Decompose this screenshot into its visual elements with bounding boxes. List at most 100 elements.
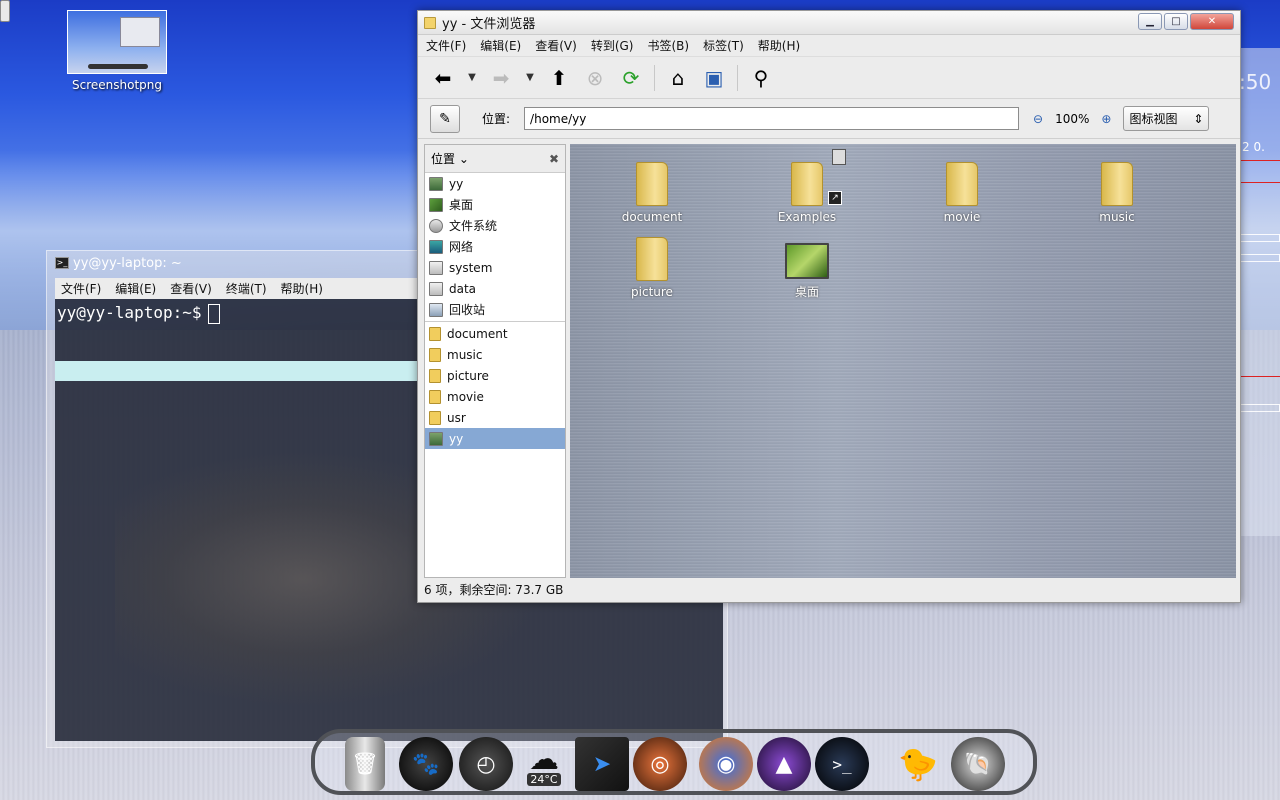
- trash-icon[interactable]: 🗑: [345, 737, 385, 791]
- file-item-music[interactable]: music: [1057, 162, 1177, 224]
- widget-date-text: 2 0.: [1242, 140, 1265, 154]
- view-mode-select[interactable]: 图标视图 ⇕: [1123, 106, 1210, 131]
- menu-edit[interactable]: 编辑(E): [480, 37, 521, 54]
- forward-history-chevron-icon[interactable]: ▼: [524, 65, 536, 91]
- folder-icon: ↗: [791, 149, 846, 206]
- file-view-area[interactable]: document ↗ Examples movie music picture …: [570, 144, 1236, 578]
- network-icon: [429, 239, 443, 254]
- file-item-label: picture: [631, 285, 673, 299]
- terminal-app-icon: >_: [55, 257, 69, 269]
- desktop-icon-label: Screenshotpng: [72, 78, 162, 92]
- terminal-menu-edit[interactable]: 编辑(E): [115, 280, 156, 297]
- stop-icon[interactable]: ⊗: [582, 65, 608, 91]
- menu-go[interactable]: 转到(G): [591, 37, 634, 54]
- sidebar-bookmark-usr[interactable]: usr: [425, 407, 565, 428]
- terminal-menu-terminal[interactable]: 终端(T): [226, 280, 267, 297]
- menu-bookmarks[interactable]: 书签(B): [647, 37, 689, 54]
- gnome-icon[interactable]: 🐾: [399, 737, 453, 791]
- file-item-label: 桌面: [794, 285, 819, 299]
- sidebar-item-data[interactable]: data: [425, 278, 565, 299]
- computer-icon[interactable]: ▣: [701, 65, 727, 91]
- home-folder-icon: [429, 431, 443, 446]
- menu-help[interactable]: 帮助(H): [758, 37, 800, 54]
- sidebar-header-label: 位置: [431, 152, 456, 166]
- reload-icon[interactable]: ⟳: [618, 65, 644, 91]
- sidebar-item-trash[interactable]: 回收站: [425, 299, 565, 320]
- file-item-desktop-shortcut[interactable]: 桌面: [747, 237, 867, 300]
- bird-icon[interactable]: 🐤: [891, 737, 945, 791]
- zoom-out-icon[interactable]: ⊖: [1033, 112, 1043, 126]
- search-binoculars-icon[interactable]: ⚲: [748, 65, 774, 91]
- firefox-icon[interactable]: ◉: [699, 737, 753, 791]
- back-history-chevron-icon[interactable]: ▼: [466, 65, 478, 91]
- sidebar: 位置 ⌄ ✖ yy 桌面 文件系统 网络 system data 回收站 doc…: [424, 144, 566, 578]
- forward-arrow-icon[interactable]: ➡: [488, 65, 514, 91]
- sidebar-separator: [425, 321, 565, 322]
- screenshot-thumbnail-icon: [67, 10, 167, 74]
- folder-icon: [429, 368, 441, 383]
- file-item-examples[interactable]: ↗ Examples: [747, 149, 867, 224]
- terminal-cursor: [207, 303, 220, 324]
- home-icon[interactable]: ⌂: [665, 65, 691, 91]
- sidebar-item-label: movie: [447, 389, 484, 404]
- file-item-picture[interactable]: picture: [592, 237, 712, 299]
- sidebar-item-home[interactable]: yy: [425, 173, 565, 194]
- file-item-document[interactable]: document: [592, 162, 712, 224]
- sidebar-item-label: document: [447, 326, 508, 341]
- file-browser-menubar: 文件(F) 编辑(E) 查看(V) 转到(G) 书签(B) 标签(T) 帮助(H…: [418, 35, 1240, 57]
- sidebar-bookmark-yy[interactable]: yy: [425, 428, 565, 449]
- sidebar-item-label: yy: [449, 431, 464, 446]
- file-item-label: movie: [943, 210, 981, 224]
- folder-icon: [429, 347, 441, 362]
- view-mode-label: 图标视图: [1129, 112, 1178, 126]
- sidebar-item-network[interactable]: 网络: [425, 236, 565, 257]
- file-item-movie[interactable]: movie: [902, 162, 1022, 224]
- sidebar-item-desktop[interactable]: 桌面: [425, 194, 565, 215]
- back-arrow-icon[interactable]: ⬅: [430, 65, 456, 91]
- folder-icon: [1101, 162, 1133, 206]
- menu-view[interactable]: 查看(V): [535, 37, 577, 54]
- zoom-in-icon[interactable]: ⊕: [1101, 112, 1111, 126]
- minimize-button[interactable]: ▁: [1138, 13, 1162, 30]
- desktop-icon-screenshot[interactable]: Screenshotpng: [62, 10, 172, 92]
- sidebar-item-system[interactable]: system: [425, 257, 565, 278]
- sidebar-bookmark-document[interactable]: document: [425, 323, 565, 344]
- terminal-menu-help[interactable]: 帮助(H): [281, 280, 323, 297]
- ubuntu-icon[interactable]: ◎: [633, 737, 687, 791]
- location-label: 位置:: [482, 112, 511, 126]
- inkscape-icon[interactable]: ▲: [757, 737, 811, 791]
- sidebar-item-label: data: [449, 281, 477, 296]
- folder-icon: [636, 237, 668, 281]
- clock-icon[interactable]: ◴: [459, 737, 513, 791]
- toolbar-separator: [737, 64, 738, 91]
- sidebar-item-label: system: [449, 260, 493, 275]
- close-button[interactable]: ✕: [1190, 13, 1234, 30]
- sidebar-header[interactable]: 位置 ⌄ ✖: [425, 145, 565, 173]
- maximize-button[interactable]: □: [1164, 13, 1188, 30]
- sidebar-bookmark-music[interactable]: music: [425, 344, 565, 365]
- file-browser-titlebar[interactable]: yy - 文件浏览器 ▁ □ ✕: [418, 11, 1240, 35]
- up-arrow-icon[interactable]: ⬆: [546, 65, 572, 91]
- menu-file[interactable]: 文件(F): [426, 37, 466, 54]
- sidebar-item-filesystem[interactable]: 文件系统: [425, 215, 565, 236]
- location-input[interactable]: [524, 107, 1020, 130]
- close-sidebar-icon[interactable]: ✖: [549, 152, 559, 166]
- edge-handle[interactable]: [0, 0, 10, 22]
- zoom-controls: ⊖ 100% ⊕: [1033, 112, 1111, 126]
- cursor-icon[interactable]: ➤: [575, 737, 629, 791]
- symlink-arrow-icon: ↗: [828, 191, 842, 205]
- file-browser-toolbar: ⬅ ▼ ➡ ▼ ⬆ ⊗ ⟳ ⌂ ▣ ⚲: [418, 57, 1240, 99]
- terminal-icon[interactable]: >_: [815, 737, 869, 791]
- terminal-menu-view[interactable]: 查看(V): [170, 280, 212, 297]
- menu-tabs[interactable]: 标签(T): [703, 37, 744, 54]
- drive-icon: [429, 260, 443, 275]
- shell-icon[interactable]: 🐚: [951, 737, 1005, 791]
- sidebar-bookmark-movie[interactable]: movie: [425, 386, 565, 407]
- file-browser-window[interactable]: yy - 文件浏览器 ▁ □ ✕ 文件(F) 编辑(E) 查看(V) 转到(G)…: [417, 10, 1241, 603]
- sidebar-item-label: 文件系统: [449, 219, 498, 233]
- edit-location-toggle[interactable]: ✎: [430, 104, 460, 133]
- sidebar-item-label: 回收站: [449, 303, 486, 317]
- sidebar-bookmark-picture[interactable]: picture: [425, 365, 565, 386]
- terminal-menu-file[interactable]: 文件(F): [61, 280, 101, 297]
- weather-icon[interactable]: ☁ 24°C: [517, 737, 571, 791]
